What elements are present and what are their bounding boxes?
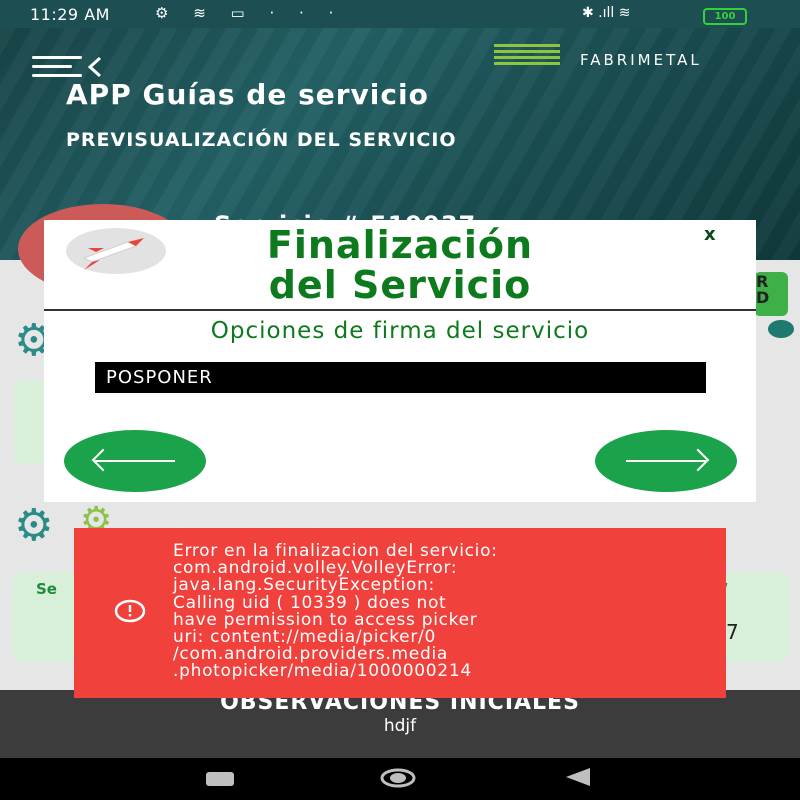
background-button-label: R D: [756, 272, 770, 307]
background-toggle: [768, 320, 794, 338]
recents-icon[interactable]: [206, 772, 234, 786]
dialog-title: Finalización del Servicio: [44, 225, 756, 305]
close-icon[interactable]: x: [704, 224, 716, 245]
app-title: APP Guías de servicio: [66, 78, 429, 111]
error-icon: [113, 598, 147, 624]
dialog-title-line-1: Finalización: [266, 223, 534, 267]
background-card-value: 7: [726, 620, 739, 644]
back-icon[interactable]: [566, 768, 590, 786]
status-bar: [0, 0, 800, 28]
page-subtitle: PREVISUALIZACIÓN DEL SERVICIO: [66, 129, 457, 151]
status-notification-icons: ⚙ ≋ ▭ · · ·: [155, 4, 344, 22]
menu-icon[interactable]: [32, 56, 104, 80]
status-signal-icons: ✱ .ıll ≋: [582, 5, 631, 21]
home-icon[interactable]: [380, 768, 416, 788]
brand-logo-icon: [494, 44, 560, 66]
gear-icon: ⚙: [14, 500, 54, 551]
dialog-subtitle: Opciones de firma del servicio: [210, 318, 590, 344]
error-message: Error en la finalizacion del servicio: c…: [173, 541, 498, 682]
previous-button[interactable]: [64, 430, 206, 492]
dialog-divider: [44, 309, 756, 311]
background-card: [720, 572, 790, 662]
dialog-title-line-2: del Servicio: [268, 263, 532, 307]
firma-option-select[interactable]: POSPONER: [95, 362, 706, 393]
next-button[interactable]: [595, 430, 737, 492]
background-card-label: Se: [36, 580, 57, 598]
observaciones-value: hdjf: [383, 716, 417, 736]
status-time: 11:29 AM: [30, 5, 110, 24]
brand-name: FABRIMETAL: [580, 51, 702, 69]
battery-icon: 100: [703, 8, 747, 25]
